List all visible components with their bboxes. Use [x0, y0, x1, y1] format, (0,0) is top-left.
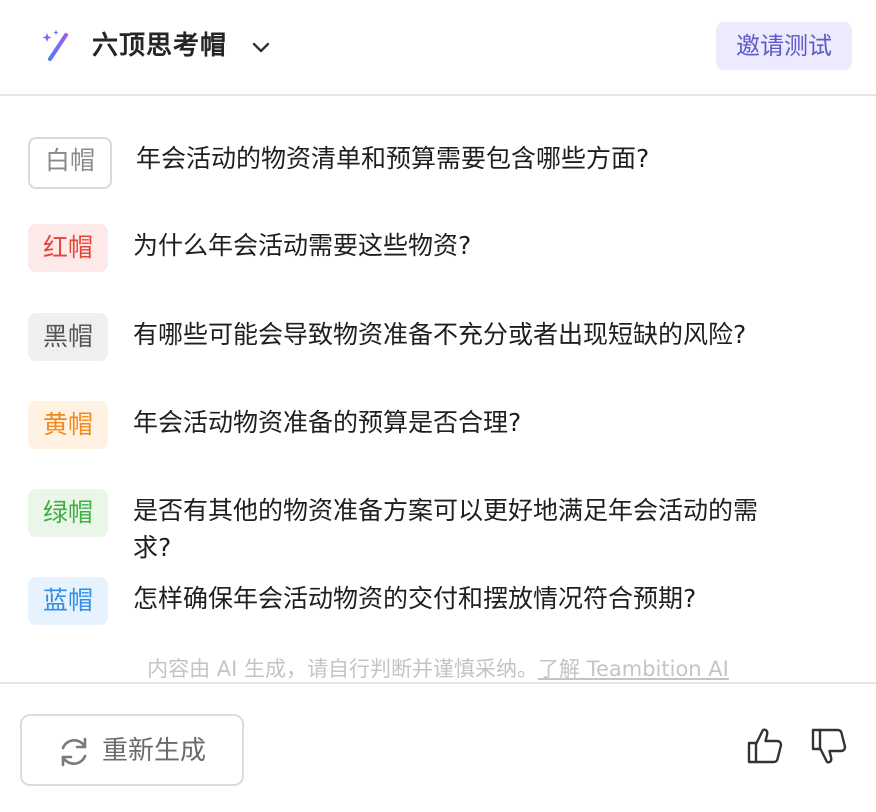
footer-divider: [0, 682, 876, 684]
hat-badge-white: 白帽: [28, 137, 112, 189]
refresh-icon: [61, 737, 87, 767]
hat-badge-green: 绿帽: [28, 489, 108, 537]
ai-disclaimer: 内容由 AI 生成，请自行判断并谨慎采纳。了解 Teambition AI: [0, 654, 876, 684]
hat-question-black: 有哪些可能会导致物资准备不充分或者出现短缺的风险?: [133, 320, 747, 349]
hat-question-red: 为什么年会活动需要这些物资?: [133, 231, 472, 260]
disclaimer-text: 内容由 AI 生成，请自行判断并谨慎采纳。: [147, 657, 539, 681]
panel-header: 六顶思考帽 邀请测试: [0, 0, 876, 96]
hat-question-yellow: 年会活动物资准备的预算是否合理?: [133, 408, 522, 437]
hat-question-blue: 怎样确保年会活动物资的交付和摆放情况符合预期?: [133, 584, 697, 613]
thumbs-up-icon[interactable]: [746, 726, 784, 766]
hat-badge-blue: 蓝帽: [28, 577, 108, 625]
hat-question-white: 年会活动的物资清单和预算需要包含哪些方面?: [136, 144, 650, 173]
learn-more-link[interactable]: 了解 Teambition AI: [538, 657, 729, 681]
hat-question-green: 是否有其他的物资准备方案可以更好地满足年会活动的需求?: [133, 496, 759, 562]
chevron-down-icon[interactable]: [248, 34, 274, 60]
hat-badge-yellow: 黄帽: [28, 401, 108, 449]
thumbs-down-icon[interactable]: [810, 726, 848, 766]
magic-wand-icon: [42, 30, 68, 61]
page-title: 六顶思考帽: [92, 31, 228, 61]
hat-badge-red: 红帽: [28, 224, 108, 272]
invite-test-button[interactable]: 邀请测试: [716, 22, 852, 70]
regenerate-button[interactable]: 重新生成: [20, 714, 244, 786]
six-hats-panel: 六顶思考帽 邀请测试 白帽 年会活动的物资清单和预算需要包含哪些方面? 红帽 为…: [0, 0, 876, 812]
regenerate-label: 重新生成: [102, 736, 207, 766]
hat-badge-black: 黑帽: [28, 313, 108, 361]
